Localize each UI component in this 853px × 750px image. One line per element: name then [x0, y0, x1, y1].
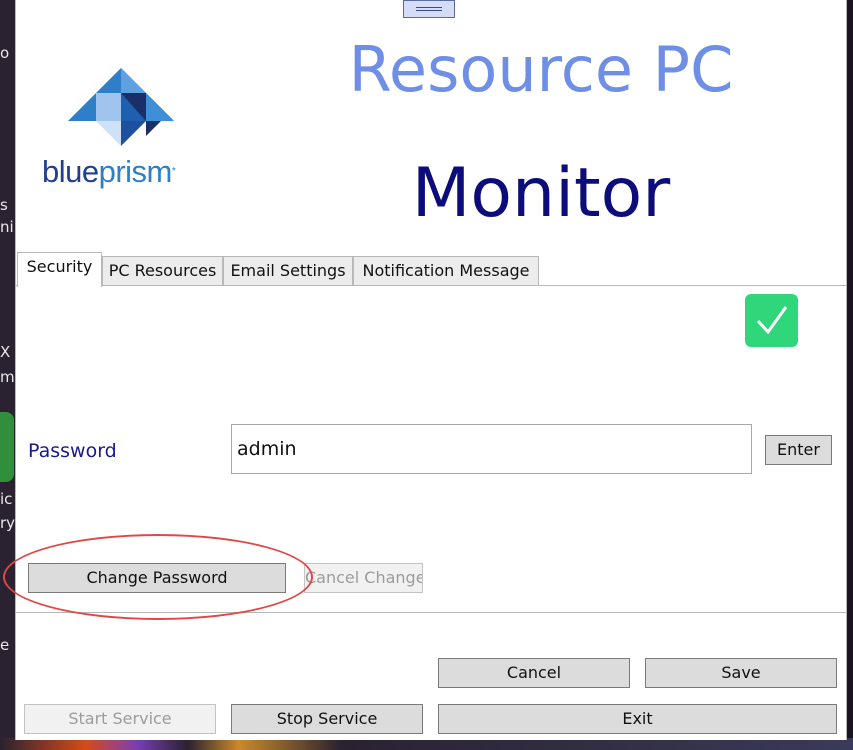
drag-handle-icon[interactable] — [403, 0, 455, 18]
desktop-text-fragment: ic — [0, 490, 13, 508]
stop-service-button[interactable]: Stop Service — [231, 704, 423, 734]
desktop-text-fragment: e — [0, 636, 10, 654]
desktop-text-fragment: m — [0, 368, 15, 386]
main-window: blueprism* Resource PC Monitor Security … — [3, 0, 847, 740]
desktop-background: o s ni X m ic ry e — [0, 0, 15, 750]
checkmark-icon — [745, 294, 798, 347]
desktop-app-icon[interactable] — [0, 412, 14, 482]
enter-button[interactable]: Enter — [765, 435, 832, 465]
app-title-line1: Resource PC — [348, 33, 734, 106]
start-service-button[interactable]: Start Service — [24, 704, 216, 734]
tab-pc-resources[interactable]: PC Resources — [102, 256, 223, 286]
cancel-button[interactable]: Cancel — [438, 658, 630, 688]
logo-wordmark: blueprism* — [42, 154, 176, 189]
password-field[interactable] — [231, 424, 752, 474]
password-label: Password — [28, 440, 117, 462]
app-title-line2: Monitor — [411, 154, 671, 233]
tab-security[interactable]: Security — [17, 252, 102, 287]
cancel-change-button[interactable]: Cancel Change — [304, 563, 423, 593]
blueprism-logo-icon — [68, 68, 174, 146]
desktop-text-fragment: s — [0, 196, 8, 214]
desktop-text-fragment: o — [0, 44, 10, 62]
desktop-text-fragment: ni — [0, 218, 14, 236]
tab-notification-message[interactable]: Notification Message — [353, 256, 539, 286]
desktop-text-fragment: ry — [0, 514, 15, 532]
tab-bar: Security PC Resources Email Settings Not… — [16, 252, 846, 287]
desktop-text-fragment: X — [0, 343, 11, 361]
save-button[interactable]: Save — [645, 658, 837, 688]
exit-button[interactable]: Exit — [438, 704, 837, 734]
annotation-ellipse — [3, 534, 313, 620]
tab-email-settings[interactable]: Email Settings — [223, 256, 353, 286]
